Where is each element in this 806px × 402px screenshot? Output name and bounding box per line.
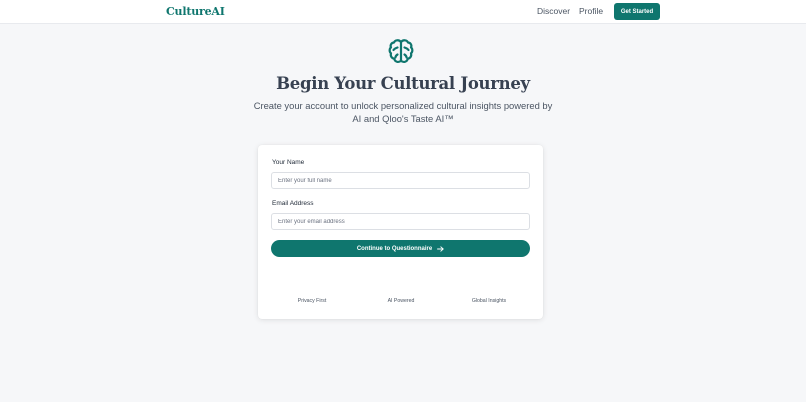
nav-link-discover[interactable]: Discover bbox=[537, 6, 570, 16]
get-started-button[interactable]: Get Started bbox=[614, 3, 660, 20]
email-input[interactable] bbox=[271, 213, 530, 230]
email-field-label: Email Address bbox=[272, 200, 314, 207]
top-nav-bar: CultureAI Discover Profile Get Started bbox=[0, 0, 806, 24]
nav-link-profile[interactable]: Profile bbox=[579, 6, 603, 16]
page-subtitle: Create your account to unlock personaliz… bbox=[253, 100, 553, 124]
brain-icon bbox=[388, 39, 414, 64]
signup-card: Your Name Email Address Continue to Ques… bbox=[258, 145, 543, 319]
feature-ai-powered: AI Powered bbox=[387, 298, 415, 304]
feature-global-insights: Global Insights bbox=[471, 298, 507, 304]
continue-button-label: Continue to Questionnaire bbox=[356, 245, 433, 252]
brand-logo[interactable]: CultureAI bbox=[166, 5, 225, 18]
continue-button[interactable]: Continue to Questionnaire bbox=[271, 240, 530, 257]
name-field-label: Your Name bbox=[272, 159, 305, 166]
feature-privacy-first: Privacy First bbox=[297, 298, 327, 304]
name-input[interactable] bbox=[271, 172, 530, 189]
page-title: Begin Your Cultural Journey bbox=[276, 74, 530, 93]
arrow-right-icon bbox=[437, 245, 444, 252]
